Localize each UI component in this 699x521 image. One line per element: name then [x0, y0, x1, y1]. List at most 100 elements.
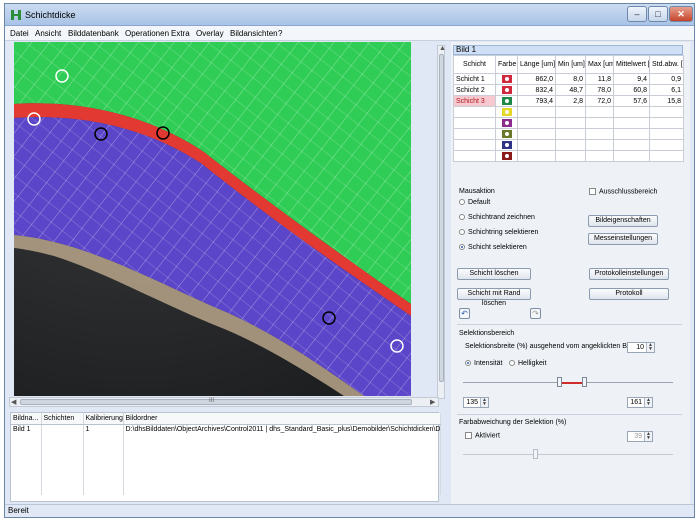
- checkbox-icon[interactable]: [589, 188, 596, 195]
- table-row-empty[interactable]: [453, 128, 684, 140]
- close-button[interactable]: ✕: [669, 6, 693, 22]
- range-high-spinner[interactable]: 161 ▲ ▼: [627, 397, 653, 408]
- layer-min: 48,7: [555, 84, 586, 96]
- bildeigenschaften-button[interactable]: Bildeigenschaften: [588, 215, 658, 227]
- range-slider-high-thumb[interactable]: [582, 377, 587, 387]
- color-swatch-icon[interactable]: [501, 75, 512, 83]
- redo-icon[interactable]: ↷: [530, 308, 541, 319]
- file-name[interactable]: Bild 1: [11, 424, 42, 435]
- vertical-scroll-thumb[interactable]: [439, 54, 444, 382]
- color-deviation-title: Farbabweichung der Selektion (%): [459, 419, 567, 426]
- vertical-scrollbar[interactable]: ▲: [437, 45, 446, 399]
- microscope-image[interactable]: [14, 42, 411, 396]
- menu-datei[interactable]: Datei: [10, 29, 29, 38]
- radio-schicht-selektieren[interactable]: Schicht selektieren: [459, 244, 527, 251]
- table-row-empty[interactable]: [453, 150, 684, 162]
- spinner-arrows-icon[interactable]: ▲ ▼: [644, 432, 652, 441]
- col-max: Max [um]: [585, 55, 614, 74]
- protokolleinstellungen-button[interactable]: Protokolleinstellungen: [589, 268, 669, 280]
- layer-max: 72,0: [585, 95, 614, 107]
- mouse-action-title: Mausaktion: [459, 188, 495, 195]
- image-file-list: Bildna... Schichten Kalibrierung Bildord…: [10, 412, 441, 502]
- horizontal-scrollbar[interactable]: ◀ III ▶: [9, 397, 439, 407]
- radio-icon[interactable]: [509, 360, 515, 367]
- schicht-loeschen-button[interactable]: Schicht löschen: [457, 268, 531, 280]
- layer-mean: 57,6: [613, 95, 650, 107]
- layer-name[interactable]: Schicht 2: [453, 84, 496, 96]
- checkbox-icon[interactable]: [465, 432, 472, 439]
- menu-bildansichten[interactable]: Bildansichten: [230, 29, 278, 38]
- color-deviation-slider-thumb[interactable]: [533, 449, 538, 459]
- file-calibration: 1: [83, 424, 124, 435]
- schicht-rand-loeschen-button[interactable]: Schicht mit Rand löschen: [457, 288, 531, 307]
- table-row-empty[interactable]: [453, 106, 684, 118]
- menu-help[interactable]: ?: [278, 29, 282, 38]
- aktiviert-checkbox[interactable]: Aktiviert: [465, 432, 500, 439]
- col-schicht: Schicht: [453, 55, 496, 74]
- maximize-button[interactable]: □: [648, 6, 668, 22]
- layer-name[interactable]: Schicht 3: [453, 95, 496, 107]
- scroll-right-icon[interactable]: ▶: [430, 398, 435, 406]
- color-swatch-icon[interactable]: [501, 108, 512, 116]
- messeinstellungen-button[interactable]: Messeinstellungen: [588, 233, 658, 245]
- checkbox-label: Aktiviert: [475, 432, 500, 440]
- color-swatch-icon[interactable]: [501, 97, 512, 105]
- menu-overlay[interactable]: Overlay: [196, 29, 224, 38]
- radio-icon[interactable]: [459, 199, 465, 206]
- radio-icon[interactable]: [459, 229, 465, 236]
- selection-width-spinner[interactable]: 10 ▲ ▼: [627, 342, 655, 353]
- spinner-arrows-icon[interactable]: ▲ ▼: [480, 398, 488, 407]
- panel-splitter[interactable]: [446, 42, 450, 502]
- ausschlussbereich-checkbox[interactable]: Ausschlussbereich: [589, 188, 657, 195]
- radio-label: Intensität: [474, 360, 503, 367]
- radio-icon[interactable]: [459, 214, 465, 221]
- radio-default[interactable]: Default: [459, 199, 490, 206]
- table-row[interactable]: Schicht 1 862,0 8,0 11,8 9,4 0,9: [453, 73, 684, 85]
- title-bar: Schichtdicke – □ ✕: [5, 4, 694, 26]
- range-slider-low-thumb[interactable]: [557, 377, 562, 387]
- file-layers: [41, 424, 84, 435]
- color-swatch-icon[interactable]: [501, 86, 512, 94]
- table-row-empty[interactable]: [453, 139, 684, 151]
- layer-max: 78,0: [585, 84, 614, 96]
- spinner-arrows-icon[interactable]: ▲ ▼: [646, 343, 654, 352]
- menu-bilddatenbank[interactable]: Bilddatenbank: [68, 29, 119, 38]
- radio-schichtrand-zeichnen[interactable]: Schichtrand zeichnen: [459, 214, 535, 221]
- image-view[interactable]: [14, 42, 411, 396]
- protokoll-button[interactable]: Protokoll: [589, 288, 669, 300]
- color-swatch-icon[interactable]: [501, 130, 512, 138]
- radio-helligkeit[interactable]: Helligkeit: [509, 360, 546, 367]
- radio-schichtring-selektieren[interactable]: Schichtring selektieren: [459, 229, 538, 236]
- layer-std: 15,8: [649, 95, 684, 107]
- table-row-selected[interactable]: Schicht 3 793,4 2,8 72,0 57,6 15,8: [453, 95, 684, 107]
- table-row[interactable]: Bild 1 1 D:\dhsBilddaten\ObjectArchives\…: [11, 424, 441, 435]
- col-schichten[interactable]: Schichten: [41, 413, 84, 425]
- table-row-empty[interactable]: [453, 117, 684, 129]
- menu-extra[interactable]: Extra: [171, 29, 190, 38]
- radio-intensitaet[interactable]: Intensität: [465, 360, 502, 367]
- col-bildordner[interactable]: Bildordner: [123, 413, 441, 425]
- range-low-spinner[interactable]: 135 ▲ ▼: [463, 397, 489, 408]
- scroll-left-icon[interactable]: ◀: [11, 398, 16, 406]
- radio-selected-icon[interactable]: [465, 360, 471, 367]
- minimize-button[interactable]: –: [627, 6, 647, 22]
- color-swatch-icon[interactable]: [501, 152, 512, 160]
- color-deviation-spinner[interactable]: 39 ▲ ▼: [627, 431, 653, 442]
- menu-operationen[interactable]: Operationen: [125, 29, 169, 38]
- radio-selected-icon[interactable]: [459, 244, 465, 251]
- layer-name[interactable]: Schicht 1: [453, 73, 496, 85]
- color-swatch-icon[interactable]: [501, 141, 512, 149]
- radio-label: Schichtring selektieren: [468, 229, 539, 236]
- col-bildname[interactable]: Bildna...: [11, 413, 42, 425]
- layer-min: 8,0: [555, 73, 586, 85]
- color-deviation-slider-track[interactable]: [463, 454, 673, 455]
- horizontal-scroll-thumb[interactable]: III: [20, 398, 412, 405]
- application-window: Schichtdicke – □ ✕ Datei Ansicht Bilddat…: [4, 3, 695, 518]
- scroll-up-icon[interactable]: ▲: [439, 45, 446, 52]
- color-swatch-icon[interactable]: [501, 119, 512, 127]
- spinner-arrows-icon[interactable]: ▲ ▼: [644, 398, 652, 407]
- menu-ansicht[interactable]: Ansicht: [35, 29, 61, 38]
- col-kalibrierung[interactable]: Kalibrierung: [83, 413, 124, 425]
- undo-icon[interactable]: ↶: [459, 308, 470, 319]
- table-row[interactable]: Schicht 2 832,4 48,7 78,0 60,8 6,1: [453, 84, 684, 96]
